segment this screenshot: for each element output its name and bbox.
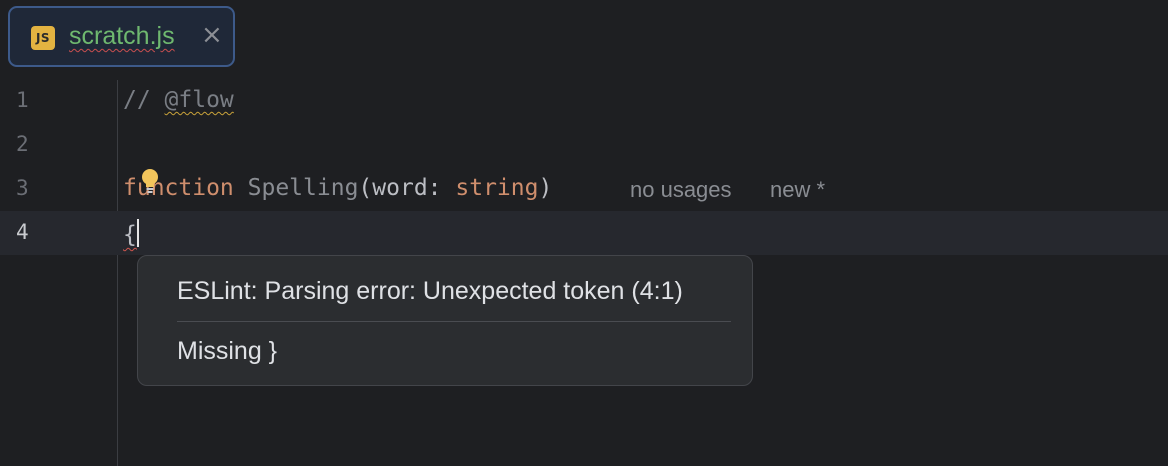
parameter-name: word (372, 175, 428, 201)
author-inlay-hint[interactable]: new * (770, 177, 825, 203)
code-line-2[interactable]: 2 (0, 123, 1168, 167)
popup-divider (177, 321, 731, 322)
flow-annotation: @flow (164, 87, 234, 113)
line-number: 2 (16, 132, 29, 156)
line-number: 3 (16, 176, 29, 200)
usages-inlay-hint[interactable]: no usages (630, 177, 732, 203)
open-paren: ( (358, 175, 373, 201)
code-line-4[interactable]: 4 { (0, 211, 1168, 255)
lightbulb-icon[interactable] (140, 168, 160, 194)
code-line-1[interactable]: 1 // @flow (0, 79, 1168, 123)
javascript-file-icon: JS (31, 26, 55, 50)
type-annotation: string (455, 175, 539, 201)
error-popup: ESLint: Parsing error: Unexpected token … (137, 255, 753, 386)
tab-label: scratch.js (69, 22, 175, 50)
code-line-3[interactable]: 3 function Spelling(word: string) no usa… (0, 167, 1168, 211)
open-brace: { (123, 222, 137, 248)
text-caret (136, 219, 139, 247)
close-paren: ) (538, 175, 553, 201)
line-number: 4 (16, 220, 29, 244)
line-number: 1 (16, 88, 29, 112)
quick-fix-missing-brace[interactable]: Missing } (177, 337, 277, 366)
colon: : (427, 175, 456, 201)
error-message: ESLint: Parsing error: Unexpected token … (177, 277, 683, 305)
comment-text: // (123, 87, 165, 113)
function-name: Spelling (247, 175, 359, 201)
tab-scratch-js[interactable]: JS scratch.js × (8, 6, 235, 67)
close-icon[interactable]: × (201, 20, 223, 50)
